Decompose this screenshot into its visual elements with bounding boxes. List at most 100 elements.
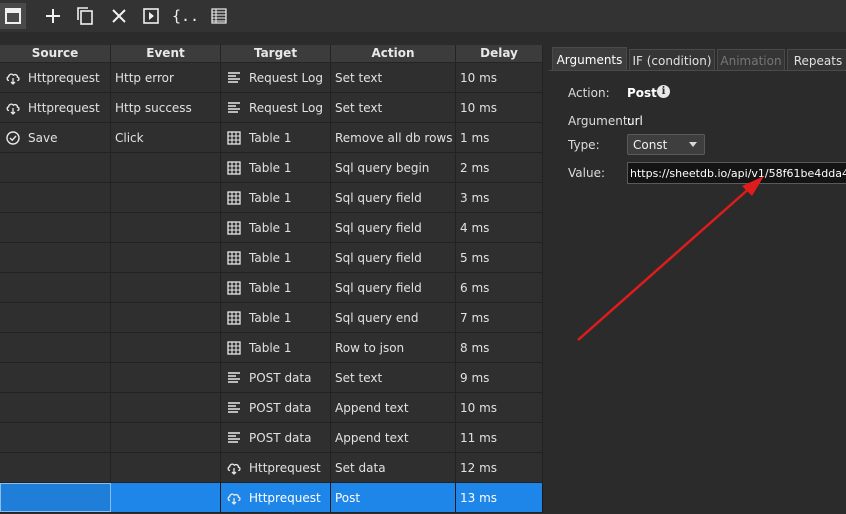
cell-delay[interactable]: 11 ms [456, 423, 543, 452]
cell-action[interactable]: Set text [331, 363, 456, 392]
table-row[interactable]: Table 1 Sql query end 7 ms [0, 303, 543, 333]
cell-action[interactable]: Row to json [331, 333, 456, 362]
cell-action[interactable]: Sql query field [331, 183, 456, 212]
cell-action[interactable]: Sql query field [331, 243, 456, 272]
cell-delay[interactable]: 8 ms [456, 333, 543, 362]
cell-event[interactable] [111, 333, 221, 362]
event-editor-icon[interactable] [0, 3, 26, 29]
json-braces-icon[interactable]: {..} [170, 3, 200, 29]
table-row[interactable]: Table 1 Sql query field 4 ms [0, 213, 543, 243]
cell-target[interactable]: Table 1 [221, 153, 331, 182]
cell-target[interactable]: Table 1 [221, 213, 331, 242]
cell-source[interactable] [0, 213, 111, 242]
table-row[interactable]: Table 1 Sql query field 3 ms [0, 183, 543, 213]
table-row[interactable]: Table 1 Sql query field 6 ms [0, 273, 543, 303]
table-row[interactable]: Table 1 Sql query begin 2 ms [0, 153, 543, 183]
cell-event[interactable] [111, 303, 221, 332]
cell-target[interactable]: Table 1 [221, 243, 331, 272]
cell-action[interactable]: Set data [331, 453, 456, 482]
cell-source[interactable]: Httprequest [0, 63, 111, 92]
cell-event[interactable] [111, 363, 221, 392]
cell-delay[interactable]: 9 ms [456, 363, 543, 392]
cell-action[interactable]: Append text [331, 423, 456, 452]
cell-source[interactable]: Save [0, 123, 111, 152]
cell-target[interactable]: Request Log [221, 93, 331, 122]
run-icon[interactable] [138, 3, 164, 29]
tab-arguments[interactable]: Arguments [552, 47, 627, 71]
cell-source[interactable] [0, 423, 111, 452]
cell-event[interactable] [111, 453, 221, 482]
cell-delay[interactable]: 4 ms [456, 213, 543, 242]
tab-if-condition[interactable]: IF (condition) [629, 49, 715, 71]
cell-action[interactable]: Post [331, 483, 456, 512]
cell-event[interactable] [111, 423, 221, 452]
cell-delay[interactable]: 2 ms [456, 153, 543, 182]
delete-icon[interactable] [106, 3, 132, 29]
cell-event[interactable]: Click [111, 123, 221, 152]
table-row[interactable]: Httprequest Post 13 ms [0, 483, 543, 513]
duplicate-icon[interactable] [72, 3, 98, 29]
cell-target[interactable]: Table 1 [221, 123, 331, 152]
cell-delay[interactable]: 10 ms [456, 393, 543, 422]
cell-source[interactable]: Httprequest [0, 93, 111, 122]
cell-action[interactable]: Sql query end [331, 303, 456, 332]
col-header-delay[interactable]: Delay [456, 45, 543, 62]
cell-source[interactable] [0, 273, 111, 302]
table-list-icon[interactable] [206, 3, 232, 29]
cell-target[interactable]: Table 1 [221, 303, 331, 332]
cell-event[interactable] [111, 243, 221, 272]
cell-delay[interactable]: 1 ms [456, 123, 543, 152]
tab-repeats[interactable]: Repeats [787, 49, 846, 71]
type-select[interactable]: Const [627, 134, 705, 155]
info-icon[interactable]: i [657, 85, 670, 98]
table-row[interactable]: POST data Append text 10 ms [0, 393, 543, 423]
cell-delay[interactable]: 3 ms [456, 183, 543, 212]
cell-event[interactable] [111, 153, 221, 182]
table-row[interactable]: POST data Set text 9 ms [0, 363, 543, 393]
cell-event[interactable] [111, 483, 221, 512]
cell-event[interactable] [111, 183, 221, 212]
table-row[interactable]: Httprequest Http error Request Log Set text… [0, 63, 543, 93]
cell-source[interactable] [0, 363, 111, 392]
cell-source[interactable] [0, 483, 111, 512]
cell-action[interactable]: Remove all db rows [331, 123, 456, 152]
cell-action[interactable]: Append text [331, 393, 456, 422]
cell-event[interactable] [111, 213, 221, 242]
cell-action[interactable]: Sql query begin [331, 153, 456, 182]
cell-source[interactable] [0, 153, 111, 182]
table-row[interactable]: POST data Append text 11 ms [0, 423, 543, 453]
table-row[interactable]: Table 1 Sql query field 5 ms [0, 243, 543, 273]
cell-target[interactable]: Table 1 [221, 333, 331, 362]
cell-action[interactable]: Sql query field [331, 213, 456, 242]
cell-target[interactable]: Httprequest [221, 483, 331, 512]
col-header-event[interactable]: Event [111, 45, 221, 62]
cell-action[interactable]: Set text [331, 63, 456, 92]
cell-event[interactable]: Http success [111, 93, 221, 122]
cell-source[interactable] [0, 393, 111, 422]
cell-source[interactable] [0, 333, 111, 362]
cell-target[interactable]: Httprequest [221, 453, 331, 482]
cell-event[interactable]: Http error [111, 63, 221, 92]
cell-source[interactable] [0, 303, 111, 332]
table-row[interactable]: Save Click Table 1 Remove all db rows 1 ms [0, 123, 543, 153]
cell-delay[interactable]: 6 ms [456, 273, 543, 302]
cell-target[interactable]: POST data [221, 393, 331, 422]
cell-target[interactable]: Table 1 [221, 183, 331, 212]
cell-delay[interactable]: 10 ms [456, 63, 543, 92]
cell-target[interactable]: POST data [221, 363, 331, 392]
cell-event[interactable] [111, 393, 221, 422]
table-row[interactable]: Httprequest Http success Request Log Set te… [0, 93, 543, 123]
col-header-source[interactable]: Source [0, 45, 111, 62]
add-icon[interactable] [40, 3, 66, 29]
cell-target[interactable]: Request Log [221, 63, 331, 92]
col-header-target[interactable]: Target [221, 45, 331, 62]
cell-action[interactable]: Set text [331, 93, 456, 122]
cell-delay[interactable]: 10 ms [456, 93, 543, 122]
cell-action[interactable]: Sql query field [331, 273, 456, 302]
col-header-action[interactable]: Action [331, 45, 456, 62]
cell-target[interactable]: Table 1 [221, 273, 331, 302]
cell-delay[interactable]: 12 ms [456, 453, 543, 482]
cell-delay[interactable]: 13 ms [456, 483, 543, 512]
cell-source[interactable] [0, 453, 111, 482]
cell-source[interactable] [0, 243, 111, 272]
